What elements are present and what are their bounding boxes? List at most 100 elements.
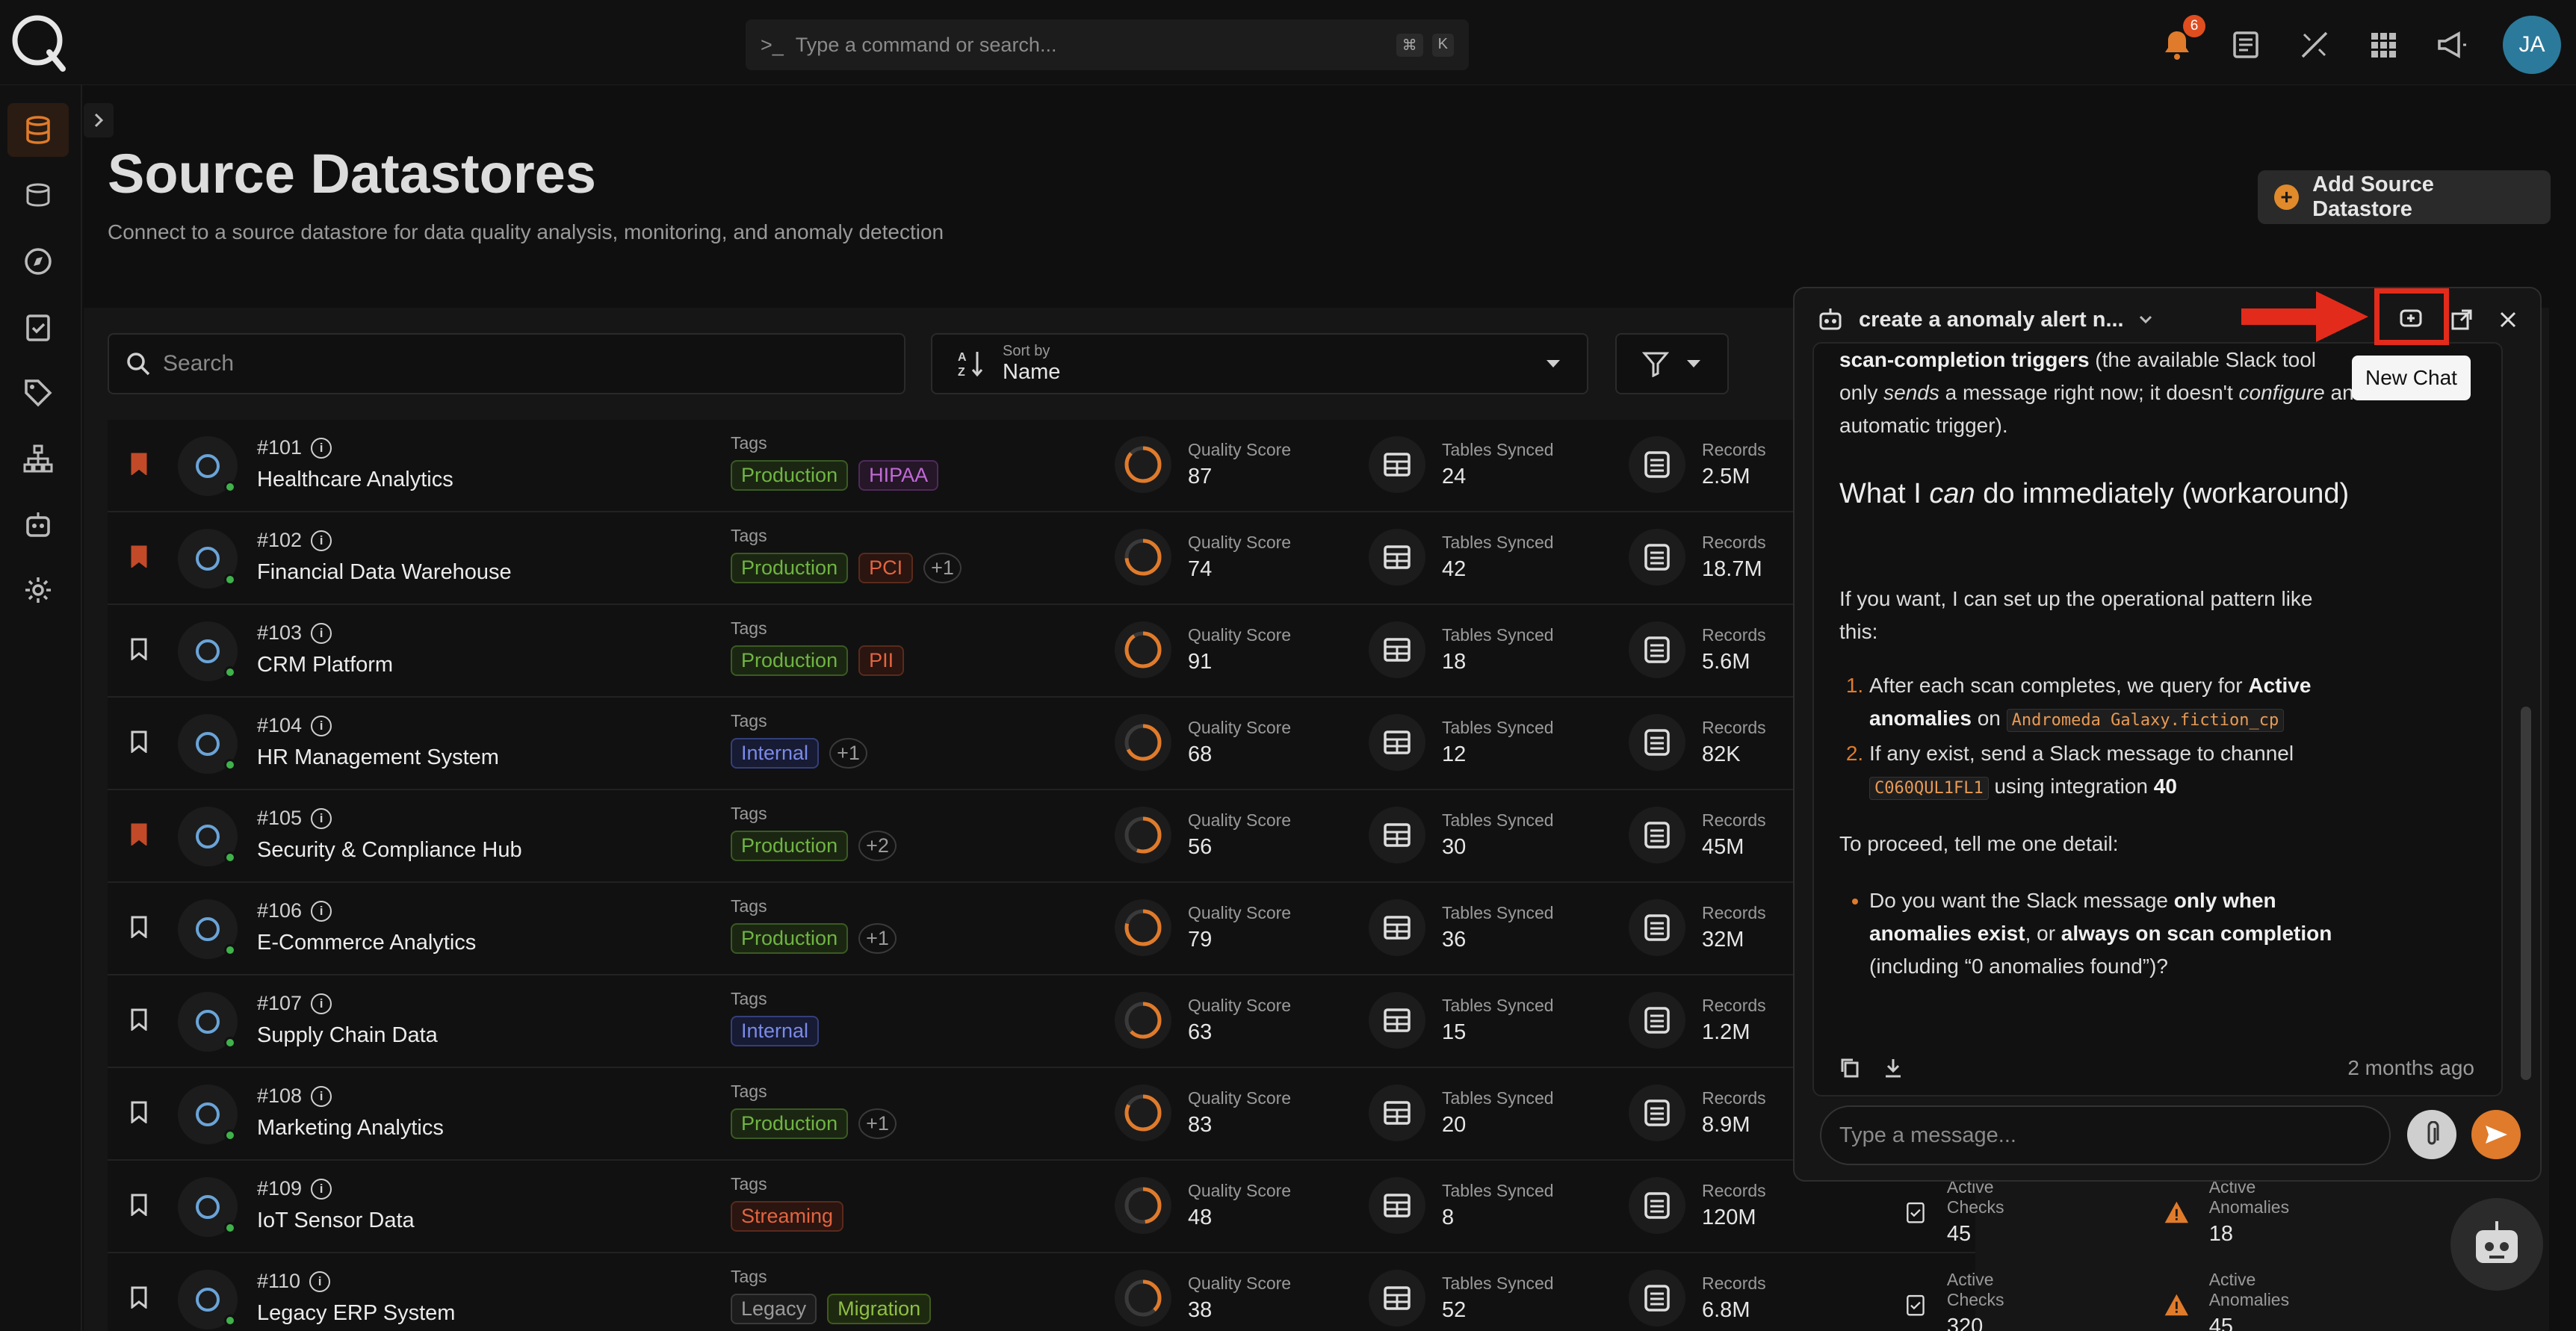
table-row[interactable]: #106 i E-Commerce Analytics Tags Product… [108, 883, 1975, 975]
tag-chip[interactable]: Legacy [731, 1294, 817, 1324]
sidebar-item-tags[interactable] [7, 366, 69, 420]
tag-chip[interactable]: Migration [827, 1294, 932, 1324]
copy-icon[interactable] [1839, 1057, 1860, 1079]
table-row[interactable]: #103 i CRM Platform Tags Production PII Q… [108, 605, 1975, 698]
tag-chip[interactable]: Production [731, 645, 849, 676]
chevron-down-icon[interactable] [2139, 315, 2152, 324]
tag-chip[interactable]: Streaming [731, 1201, 844, 1232]
sidebar [0, 85, 82, 1331]
bookmark-icon[interactable] [130, 1194, 148, 1216]
tag-chip[interactable]: Production [731, 553, 849, 583]
tag-chip[interactable]: Production [731, 831, 849, 861]
announcements-button[interactable] [2434, 27, 2470, 63]
tag-chip[interactable]: HIPAA [858, 460, 939, 491]
tag-chip[interactable]: +1 [923, 553, 962, 583]
user-avatar[interactable]: JA [2503, 16, 2561, 74]
bookmark-icon[interactable] [130, 1286, 148, 1309]
tag-chip[interactable]: +1 [858, 923, 897, 954]
chat-scrollbar[interactable] [2521, 707, 2531, 1080]
question-text: (including “0 anomalies found”)? [1869, 955, 2168, 978]
sidebar-item-enrichment[interactable] [7, 169, 69, 223]
app-logo[interactable] [7, 10, 70, 73]
sidebar-toggle[interactable] [84, 103, 114, 137]
send-button[interactable] [2471, 1110, 2521, 1159]
tag-chip[interactable]: Production [731, 460, 849, 491]
sort-select[interactable]: AZ Sort by Name [931, 333, 1588, 394]
info-icon[interactable]: i [311, 1178, 332, 1200]
filter-button[interactable] [1615, 333, 1729, 394]
tag-chip[interactable]: PCI [858, 553, 914, 583]
bookmark-icon[interactable] [130, 545, 148, 568]
close-icon[interactable] [2498, 310, 2518, 329]
chat-message-input[interactable]: Type a message... [1820, 1105, 2391, 1165]
sidebar-item-settings[interactable] [7, 563, 69, 617]
sidebar-item-checks[interactable] [7, 300, 69, 354]
sidebar-item-datastores[interactable] [7, 103, 69, 157]
compass-icon [25, 248, 52, 275]
table-row[interactable]: #107 i Supply Chain Data Tags Internal Q… [108, 975, 1975, 1068]
bookmark-icon[interactable] [130, 730, 148, 753]
bookmark-icon[interactable] [130, 1101, 148, 1123]
bookmark-icon[interactable] [130, 916, 148, 938]
datastore-name[interactable]: Supply Chain Data [257, 1023, 438, 1048]
datastore-name[interactable]: Marketing Analytics [257, 1116, 444, 1141]
info-icon[interactable]: i [311, 1085, 332, 1107]
bookmark-icon[interactable] [130, 453, 148, 475]
table-row[interactable]: #108 i Marketing Analytics Tags Producti… [108, 1068, 1975, 1161]
tag-chip[interactable]: Production [731, 923, 849, 954]
datastore-name[interactable]: Healthcare Analytics [257, 468, 453, 492]
command-search[interactable]: >_ Type a command or search... ⌘ K [746, 19, 1469, 70]
metric-label: Tables Synced [1442, 1273, 1554, 1293]
table-row[interactable]: #110 i Legacy ERP System Tags Legacy Migr… [108, 1253, 2289, 1331]
info-icon[interactable]: i [311, 437, 332, 459]
info-icon[interactable]: i [311, 993, 332, 1014]
info-icon[interactable]: i [309, 1270, 331, 1292]
datastore-name[interactable]: IoT Sensor Data [257, 1209, 415, 1233]
datastore-name[interactable]: Security & Compliance Hub [257, 838, 522, 863]
tag-chip[interactable]: Internal [731, 738, 820, 769]
table-row[interactable]: #105 i Security & Compliance Hub Tags Pr… [108, 790, 1975, 883]
notifications-button[interactable]: 6 [2159, 15, 2205, 63]
tag-chip[interactable]: Production [731, 1108, 849, 1139]
table-row[interactable]: #104 i HR Management System Tags Interna… [108, 698, 1975, 790]
tag-chip[interactable]: +2 [858, 831, 897, 861]
table-row[interactable]: #101 i Healthcare Analytics Tags Product… [108, 420, 1975, 512]
chat-title[interactable]: create a anomaly alert n... [1859, 308, 2124, 332]
docs-button[interactable] [2228, 27, 2264, 63]
theme-toggle[interactable] [2297, 27, 2332, 63]
datastore-search-input[interactable]: Search [108, 333, 905, 394]
table-row[interactable]: #109 i IoT Sensor Data Tags Streaming Qu… [108, 1161, 2289, 1253]
info-icon[interactable]: i [311, 530, 332, 551]
table-row[interactable]: #102 i Financial Data Warehouse Tags Pro… [108, 512, 1975, 605]
datastore-name[interactable]: CRM Platform [257, 653, 393, 677]
datastore-id: #101 i [257, 436, 332, 459]
info-icon[interactable]: i [311, 900, 332, 922]
sidebar-item-explore[interactable] [7, 235, 69, 288]
bookmark-icon[interactable] [130, 638, 148, 660]
bookmark-icon[interactable] [130, 1008, 148, 1031]
datastore-type-icon [178, 436, 238, 496]
agent-launcher-button[interactable] [2450, 1198, 2543, 1291]
tag-chip[interactable]: +1 [829, 738, 867, 769]
download-icon[interactable] [1883, 1057, 1904, 1079]
tag-list: Production +1 [731, 923, 897, 954]
info-icon[interactable]: i [311, 622, 332, 644]
info-icon[interactable]: i [311, 807, 332, 829]
apps-button[interactable] [2365, 27, 2401, 63]
bookmark-icon[interactable] [130, 823, 148, 846]
add-datastore-button[interactable]: + Add Source Datastore [2258, 170, 2551, 224]
quality-score: Quality Score 63 [1115, 992, 1291, 1049]
attach-button[interactable] [2407, 1110, 2456, 1159]
sidebar-item-lineage[interactable] [7, 432, 69, 485]
info-icon[interactable]: i [311, 715, 332, 736]
datastore-name[interactable]: Legacy ERP System [257, 1301, 455, 1326]
datastore-id-text: #108 [257, 1085, 303, 1107]
tag-chip[interactable]: Internal [731, 1016, 820, 1046]
datastore-name[interactable]: HR Management System [257, 745, 499, 770]
tag-chip[interactable]: +1 [858, 1108, 897, 1139]
datastore-name[interactable]: Financial Data Warehouse [257, 560, 512, 585]
expand-icon[interactable] [2450, 308, 2473, 331]
datastore-name[interactable]: E-Commerce Analytics [257, 931, 476, 955]
sidebar-item-agent[interactable] [7, 497, 69, 551]
tag-chip[interactable]: PII [858, 645, 905, 676]
